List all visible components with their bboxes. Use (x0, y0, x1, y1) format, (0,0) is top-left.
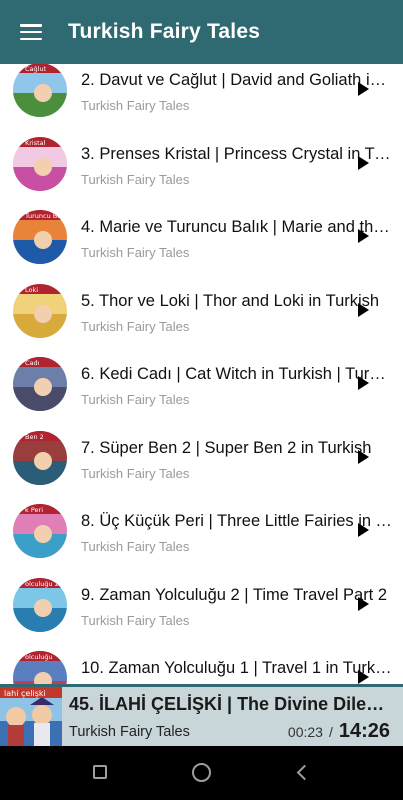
now-playing-thumb-label: lahi çelişki (4, 689, 46, 698)
now-playing-subtitle: Turkish Fairy Tales (69, 724, 190, 740)
current-time: 00:23 (287, 724, 323, 740)
episode-subtitle: Turkish Fairy Tales (81, 612, 190, 628)
system-nav-bar (0, 746, 403, 800)
list-item[interactable]: Turuncu Balık 4. Marie ve Turuncu Balık |… (0, 208, 403, 281)
play-icon[interactable] (358, 229, 369, 243)
thumbnail-label: Loki (25, 286, 38, 294)
episode-thumbnail: olculuğu (13, 651, 67, 684)
home-button[interactable] (172, 746, 232, 800)
play-icon[interactable] (358, 670, 369, 684)
list-item[interactable]: Loki 5. Thor ve Loki | Thor and Loki in T… (0, 282, 403, 355)
thumbnail-label: Cağlut (25, 65, 47, 73)
episode-title: 9. Zaman Yolculuğu 2 | Time Travel Part … (81, 585, 388, 604)
episode-title: 5. Thor ve Loki | Thor and Loki in Turki… (81, 291, 380, 310)
thumbnail-label: Cadı (25, 359, 40, 367)
page-title: Turkish Fairy Tales (68, 20, 261, 43)
play-icon[interactable] (358, 449, 369, 464)
thumbnail-label: Kristal (25, 139, 46, 147)
episode-subtitle: Turkish Fairy Tales (81, 318, 190, 334)
total-time: 14:26 (338, 720, 390, 742)
list-item[interactable]: Ben 2 7. Süper Ben 2 | Super Ben 2 in Tur… (0, 429, 403, 502)
thumbnail-label: olculuğu 2 (25, 580, 59, 588)
thumbnail-label: olculuğu (25, 653, 53, 661)
back-icon (296, 764, 313, 781)
episode-subtitle: Turkish Fairy Tales (81, 465, 190, 481)
episode-title: 4. Marie ve Turuncu Balık | Marie and th… (81, 218, 393, 236)
recents-button[interactable] (71, 746, 131, 800)
episode-list[interactable]: Cağlut 2. Davut ve Cağlut | David and Gol… (0, 64, 403, 684)
time-separator: / (328, 724, 333, 740)
recents-icon (93, 765, 107, 779)
episode-subtitle: Turkish Fairy Tales (81, 539, 190, 554)
episode-subtitle: Turkish Fairy Tales (81, 245, 190, 260)
thumbnail-label: Ben 2 (25, 433, 44, 441)
app-bar: Turkish Fairy Tales (0, 0, 403, 64)
episode-title: 7. Süper Ben 2 | Super Ben 2 in Turkish (81, 438, 372, 457)
play-icon[interactable] (358, 376, 369, 390)
play-icon[interactable] (358, 302, 369, 317)
hamburger-menu-icon[interactable] (20, 24, 42, 40)
mini-player[interactable]: lahi çelişki 45. İLAHİ ÇELİŞKİ | The Div… (0, 684, 403, 746)
episode-thumbnail: olculuğu 2 (13, 577, 67, 632)
list-item[interactable]: Cadı 6. Kedi Cadı | Cat Witch in Turkish … (0, 355, 403, 428)
list-item[interactable]: Kristal 3. Prenses Kristal | Princess Cry… (0, 135, 403, 208)
episode-thumbnail: Turuncu Balık (13, 210, 67, 264)
play-icon[interactable] (358, 523, 369, 537)
back-button[interactable] (274, 746, 334, 800)
list-item[interactable]: Cağlut 2. Davut ve Cağlut | David and Gol… (0, 64, 403, 134)
episode-title: 6. Kedi Cadı | Cat Witch in Turkish | Tu… (81, 365, 393, 383)
episode-subtitle: Turkish Fairy Tales (81, 171, 190, 187)
episode-title: 2. Davut ve Cağlut | David and Goliath i… (81, 71, 393, 89)
episode-title: 3. Prenses Kristal | Princess Crystal in… (81, 144, 393, 163)
episode-thumbnail: k Peri (13, 504, 67, 558)
home-icon (192, 763, 211, 782)
list-item[interactable]: olculuğu 10. Zaman Yolculuğu 1 | Travel 1… (0, 649, 403, 684)
episode-thumbnail: Ben 2 (13, 430, 67, 485)
episode-subtitle: Turkish Fairy Tales (81, 98, 190, 113)
episode-thumbnail: Cağlut (13, 64, 67, 117)
thumbnail-label: Turuncu Balık (24, 212, 67, 220)
episode-title: 8. Üç Küçük Peri | Three Little Fairies … (81, 512, 393, 530)
list-item[interactable]: olculuğu 2 9. Zaman Yolculuğu 2 | Time Tr… (0, 576, 403, 649)
list-item[interactable]: k Peri 8. Üç Küçük Peri | Three Little Fa… (0, 502, 403, 575)
play-icon[interactable] (358, 596, 369, 611)
episode-thumbnail: Kristal (13, 136, 67, 191)
episode-thumbnail: Loki (13, 283, 67, 338)
now-playing-thumbnail[interactable]: lahi çelişki (0, 687, 62, 746)
play-icon[interactable] (358, 82, 369, 96)
play-icon[interactable] (358, 155, 369, 170)
episode-subtitle: Turkish Fairy Tales (81, 392, 190, 407)
episode-thumbnail: Cadı (13, 357, 67, 411)
now-playing-title: 45. İLAHİ ÇELİŞKİ | The Divine Dilemma (69, 694, 395, 714)
playback-time: 00:23 / 14:26 (288, 720, 390, 743)
episode-title: 10. Zaman Yolculuğu 1 | Travel 1 in Turk… (81, 659, 393, 677)
thumbnail-label: k Peri (25, 506, 43, 514)
